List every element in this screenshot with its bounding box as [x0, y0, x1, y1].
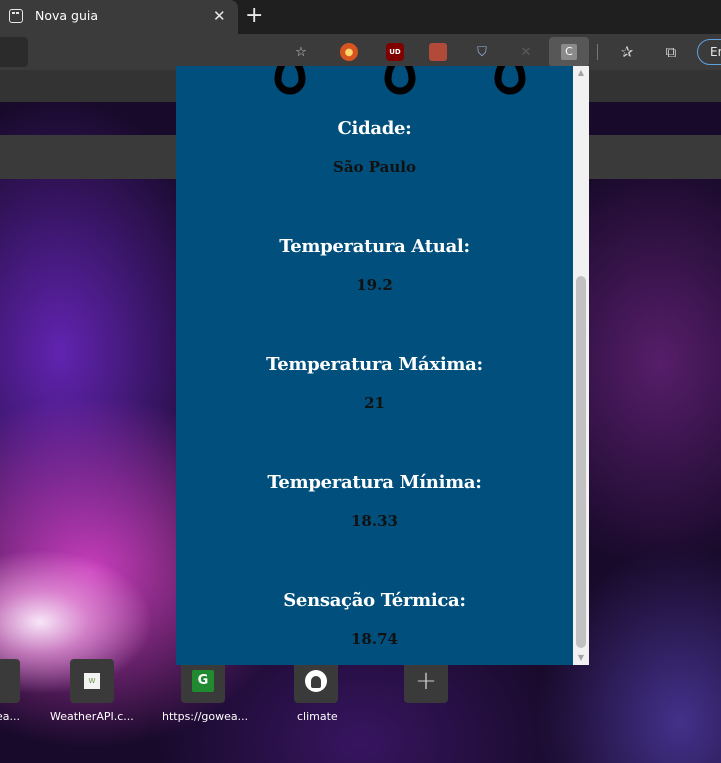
close-tab-icon[interactable]: ✕ — [213, 6, 226, 26]
quick-link-label: ea... — [0, 710, 20, 723]
quick-link-tile[interactable] — [0, 659, 20, 703]
toolbar-divider — [597, 44, 598, 60]
quick-link-label: WeatherAPI.c... — [50, 710, 134, 723]
feels-like-label: Sensação Térmica: — [283, 590, 466, 611]
hidden-extension-icon[interactable]: ✕ — [517, 43, 535, 61]
github-icon — [305, 670, 327, 692]
current-temperature-value: 19.2 — [356, 276, 393, 294]
tab-title: Nova guia — [35, 8, 99, 23]
browser-toolbar: ☆ ● UD ⛉ ✕ C ✰ ⧉ En — [0, 34, 721, 70]
scroll-down-arrow-icon[interactable]: ▼ — [573, 651, 589, 665]
favorites-icon[interactable]: ✰ — [618, 43, 636, 61]
feels-like-value: 18.74 — [351, 630, 398, 648]
popup-scrollbar[interactable]: ▲ ▼ — [573, 66, 589, 665]
quick-link-tile-climate[interactable] — [294, 659, 338, 703]
profile-button[interactable]: En — [697, 39, 721, 65]
city-value: São Paulo — [333, 158, 416, 176]
new-tab-page-icon — [9, 9, 23, 23]
min-temperature-value: 18.33 — [351, 512, 398, 530]
firefox-relay-extension-icon[interactable]: ● — [340, 43, 358, 61]
address-bar[interactable] — [0, 37, 28, 67]
ublock-extension-icon[interactable]: UD — [386, 43, 404, 61]
shield-extension-icon[interactable]: ⛉ — [473, 43, 491, 61]
city-label: Cidade: — [337, 118, 412, 139]
scrollbar-thumb[interactable] — [576, 276, 586, 648]
add-favorite-icon[interactable]: ☆ — [292, 43, 310, 61]
weather-extension-icon[interactable]: C — [561, 44, 577, 60]
collections-icon[interactable]: ⧉ — [662, 43, 680, 61]
scroll-up-arrow-icon[interactable]: ▲ — [573, 66, 589, 80]
min-temperature-label: Temperatura Mínima: — [267, 472, 482, 493]
weatherapi-icon: W — [84, 673, 100, 689]
browser-titlebar: Nova guia ✕ + — [0, 0, 721, 34]
browser-tab[interactable]: Nova guia ✕ — [0, 0, 238, 34]
add-quick-link-button[interactable]: + — [404, 659, 448, 703]
max-temperature-label: Temperatura Máxima: — [266, 354, 483, 375]
weather-popup: Cidade: São Paulo Temperatura Atual: 19.… — [176, 66, 589, 665]
weather-popup-content: Cidade: São Paulo Temperatura Atual: 19.… — [176, 66, 573, 665]
current-temperature-label: Temperatura Atual: — [279, 236, 470, 257]
quick-link-tile-goweather[interactable]: G — [181, 659, 225, 703]
max-temperature-value: 21 — [364, 394, 385, 412]
rain-drops-icon — [274, 66, 526, 95]
quick-link-label: climate — [297, 710, 338, 723]
new-tab-button[interactable]: + — [245, 2, 263, 30]
quick-link-label: https://gowea... — [162, 710, 249, 723]
quick-link-tile-weatherapi[interactable]: W — [70, 659, 114, 703]
translate-extension-icon[interactable] — [429, 43, 447, 61]
goweather-icon: G — [192, 670, 214, 692]
